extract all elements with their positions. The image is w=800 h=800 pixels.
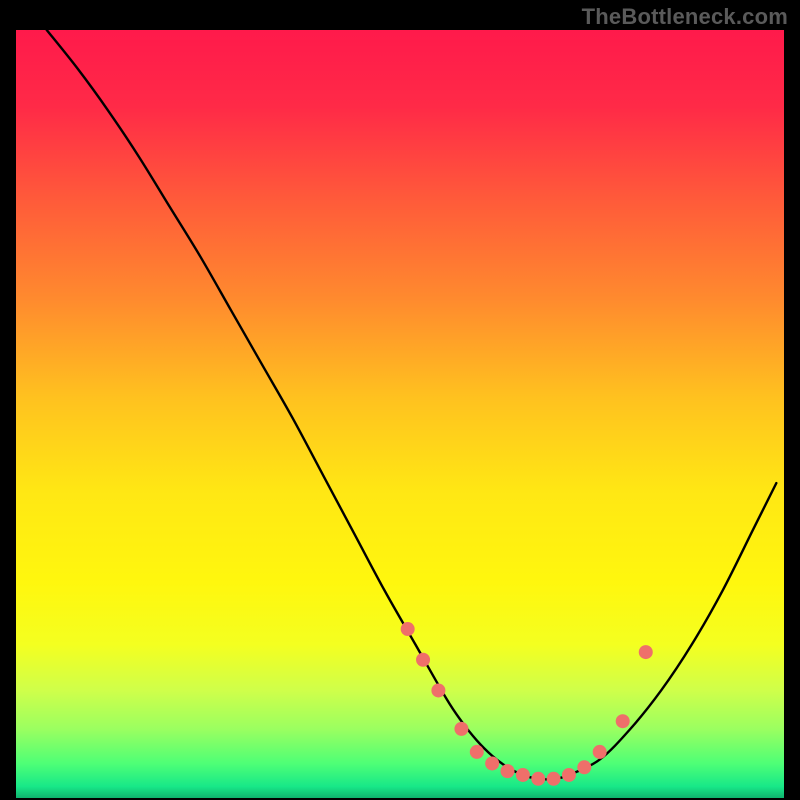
optimal-dot [562,768,576,782]
optimal-dot [547,772,561,786]
optimal-dot [593,745,607,759]
optimal-dot [401,622,415,636]
optimal-dot [577,760,591,774]
optimal-dot [416,653,430,667]
optimal-dot [470,745,484,759]
chart-frame [16,30,784,798]
watermark-text: TheBottleneck.com [582,4,788,30]
optimal-dot [431,683,445,697]
optimal-dot [531,772,545,786]
optimal-dot [516,768,530,782]
optimal-dot [501,764,515,778]
optimal-dot [485,756,499,770]
optimal-dot [454,722,468,736]
optimal-dot [639,645,653,659]
bottleneck-chart [16,30,784,798]
optimal-dot [616,714,630,728]
